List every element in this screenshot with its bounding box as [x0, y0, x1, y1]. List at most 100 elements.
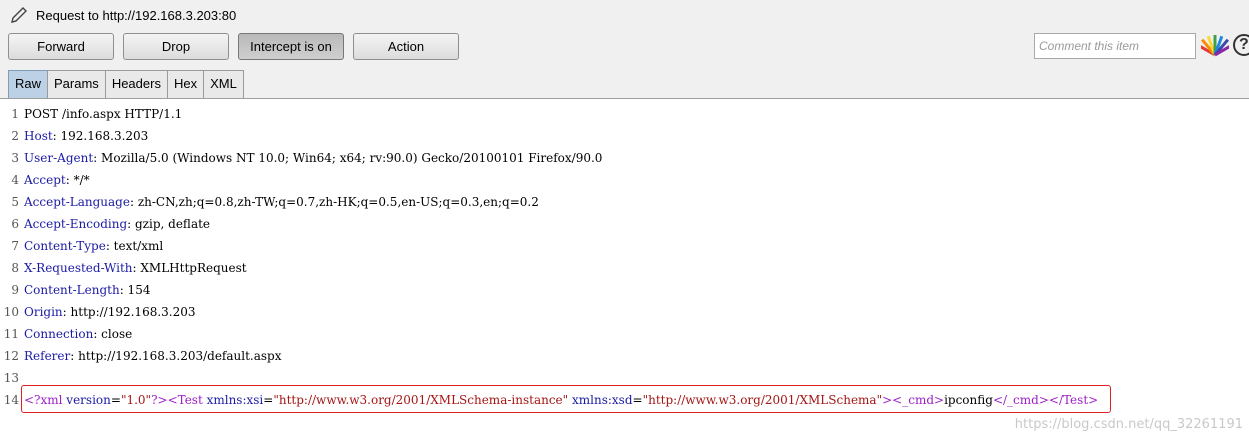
xml-token: ?> [151, 393, 168, 407]
line-number: 14 [3, 393, 19, 407]
help-icon[interactable]: ? [1233, 34, 1249, 56]
message-tabs: Raw Params Headers Hex XML [8, 70, 244, 98]
request-line-13: 13 [0, 367, 1249, 389]
header-name: Referer [24, 349, 71, 363]
tab-hex[interactable]: Hex [166, 70, 205, 98]
comment-input[interactable]: Comment this item [1034, 33, 1196, 59]
request-line-6: 6 Accept-Encoding: gzip, deflate [0, 213, 1249, 235]
line-content: Connection: close [24, 323, 132, 345]
request-title-row: Request to http://192.168.3.203:80 [8, 4, 236, 26]
color-highlight-icon[interactable] [1201, 33, 1229, 59]
line-number: 12 [3, 349, 19, 363]
header-value: : 154 [119, 283, 151, 297]
header-value: : http://192.168.3.203 [62, 305, 196, 319]
xml-token: = [632, 393, 643, 407]
line-number: 2 [11, 129, 19, 143]
xml-token: xmlns:xsd [568, 393, 633, 407]
request-line-7: 7 Content-Type: text/xml [0, 235, 1249, 257]
request-line-14: 14 <?xml version="1.0"?><Test xmlns:xsi="… [0, 389, 1249, 411]
xml-token: "1.0" [120, 393, 152, 407]
header-value: : 192.168.3.203 [52, 129, 149, 143]
xml-token: <_cmd> [892, 393, 945, 407]
request-line-1: 1 POST /info.aspx HTTP/1.1 [0, 103, 1249, 125]
tab-params[interactable]: Params [47, 70, 106, 98]
xml-token: = [110, 393, 121, 407]
xml-token: "http://www.w3.org/2001/XMLSchema" [642, 393, 883, 407]
header-name: Accept [24, 173, 66, 187]
header-name: Host [24, 129, 53, 143]
xml-token: ipconfig [944, 393, 993, 407]
header-value: : http://192.168.3.203/default.aspx [70, 349, 282, 363]
toolbar-area: Request to http://192.168.3.203:80 Forwa… [0, 0, 1249, 98]
forward-button[interactable]: Forward [8, 33, 114, 60]
header-value: : gzip, deflate [127, 217, 211, 231]
line-content: Accept-Encoding: gzip, deflate [24, 213, 210, 235]
line-content: User-Agent: Mozilla/5.0 (Windows NT 10.0… [24, 147, 602, 169]
xml-token: <?xml [24, 393, 63, 407]
line-number: 6 [11, 217, 19, 231]
request-line-9: 9 Content-Length: 154 [0, 279, 1249, 301]
line-number: 10 [3, 305, 19, 319]
request-line-11: 11 Connection: close [0, 323, 1249, 345]
line-content: Referer: http://192.168.3.203/default.as… [24, 345, 281, 367]
request-line-8: 8 X-Requested-With: XMLHttpRequest [0, 257, 1249, 279]
xml-token: <Test [167, 393, 203, 407]
header-name: Accept-Language [24, 195, 130, 209]
line-content: Origin: http://192.168.3.203 [24, 301, 196, 323]
tab-xml[interactable]: XML [203, 70, 244, 98]
xml-token: </Test> [1048, 393, 1099, 407]
line-content: POST /info.aspx HTTP/1.1 [24, 103, 182, 125]
line-number: 7 [11, 239, 19, 253]
request-title: Request to http://192.168.3.203:80 [36, 7, 237, 23]
request-line-3: 3 User-Agent: Mozilla/5.0 (Windows NT 10.… [0, 147, 1249, 169]
line-content: X-Requested-With: XMLHttpRequest [24, 257, 247, 279]
tab-headers[interactable]: Headers [104, 70, 168, 98]
request-line-5: 5 Accept-Language: zh-CN,zh;q=0.8,zh-TW;q… [0, 191, 1249, 213]
header-name: Accept-Encoding [24, 217, 128, 231]
xml-token: > [882, 393, 893, 407]
line-number: 5 [11, 195, 19, 209]
line-number: 11 [3, 327, 19, 341]
watermark-text: https://blog.csdn.net/qq_32261191 [1014, 417, 1243, 432]
line-number: 1 [11, 107, 19, 121]
line-number: 13 [3, 371, 19, 385]
line-content: Accept: */* [24, 169, 90, 191]
raw-request-editor[interactable]: 1 POST /info.aspx HTTP/1.1 2 Host: 192.168.… [0, 98, 1249, 438]
header-name: X-Requested-With [24, 261, 133, 275]
xml-token: = [263, 393, 274, 407]
line-number: 3 [11, 151, 19, 165]
line-content: <?xml version="1.0"?><Test xmlns:xsi="ht… [24, 389, 1098, 411]
request-line-12: 12 Referer: http://192.168.3.203/default.… [0, 345, 1249, 367]
header-value: : */* [65, 173, 90, 187]
header-name: User-Agent [24, 151, 94, 165]
tab-raw[interactable]: Raw [8, 70, 49, 98]
line-content: Content-Length: 154 [24, 279, 150, 301]
header-value: : close [93, 327, 133, 341]
line-number: 9 [11, 283, 19, 297]
line-number: 8 [11, 261, 19, 275]
xml-token: version [62, 393, 111, 407]
header-value: : text/xml [105, 239, 164, 253]
action-button[interactable]: Action [353, 33, 459, 60]
line-content: Host: 192.168.3.203 [24, 125, 148, 147]
header-value: : Mozilla/5.0 (Windows NT 10.0; Win64; x… [93, 151, 603, 165]
pencil-icon[interactable] [8, 4, 30, 26]
intercept-toggle-button[interactable]: Intercept is on [238, 33, 344, 60]
header-name: Connection [24, 327, 94, 341]
header-name: Content-Length [24, 283, 120, 297]
line-content: Content-Type: text/xml [24, 235, 163, 257]
request-line: POST /info.aspx HTTP/1.1 [24, 107, 183, 121]
header-name: Origin [24, 305, 63, 319]
request-line-10: 10 Origin: http://192.168.3.203 [0, 301, 1249, 323]
line-content: Accept-Language: zh-CN,zh;q=0.8,zh-TW;q=… [24, 191, 539, 213]
request-line-2: 2 Host: 192.168.3.203 [0, 125, 1249, 147]
xml-token: "http://www.w3.org/2001/XMLSchema-instan… [273, 393, 569, 407]
header-value: : zh-CN,zh;q=0.8,zh-TW;q=0.7,zh-HK;q=0.5… [129, 195, 539, 209]
request-line-4: 4 Accept: */* [0, 169, 1249, 191]
line-number: 4 [11, 173, 19, 187]
xml-token: </_cmd> [992, 393, 1049, 407]
xml-token: xmlns:xsi [202, 393, 264, 407]
header-name: Content-Type [24, 239, 106, 253]
drop-button[interactable]: Drop [123, 33, 229, 60]
header-value: : XMLHttpRequest [132, 261, 247, 275]
